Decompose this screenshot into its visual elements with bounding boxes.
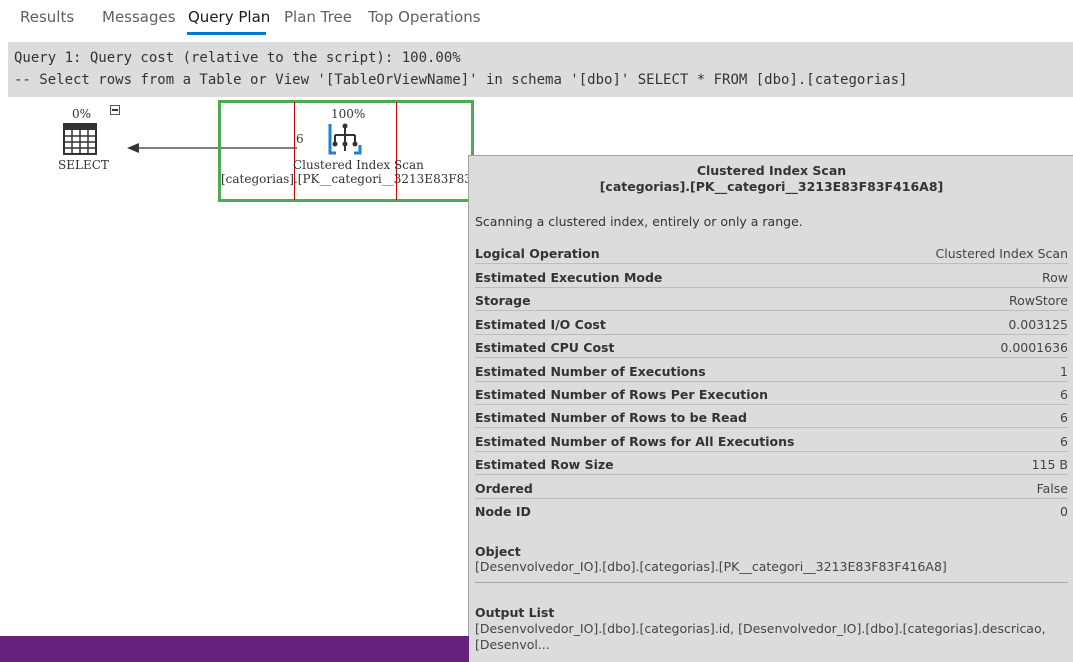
property-name: Estimated Number of Executions: [475, 364, 706, 379]
tab-messages[interactable]: Messages: [102, 8, 176, 26]
clustered-index-scan-icon[interactable]: [327, 121, 363, 155]
property-value: Row: [1042, 270, 1068, 285]
property-value: 1: [1060, 364, 1068, 379]
tooltip-subtitle: [categorias].[PK__categori__3213E83F83F4…: [599, 179, 944, 194]
tooltip-row: Estimated I/O Cost 0.003125: [475, 312, 1068, 335]
tooltip-row: Node ID 0: [475, 499, 1068, 522]
active-tab-indicator: [187, 32, 266, 35]
query-cost-text: Query 1: Query cost (relative to the scr…: [14, 50, 461, 66]
property-value: 6: [1060, 434, 1068, 449]
property-value: 0.003125: [1008, 317, 1068, 332]
property-name: Storage: [475, 293, 531, 308]
query-header: Query 1: Query cost (relative to the scr…: [8, 42, 1073, 97]
tooltip-row: Estimated Number of Rows Per Execution 6: [475, 382, 1068, 405]
tooltip-row: Estimated Row Size 115 B: [475, 452, 1068, 475]
property-value: 0.0001636: [1000, 340, 1068, 355]
property-name: Estimated Number of Rows Per Execution: [475, 387, 768, 402]
property-name: Logical Operation: [475, 246, 600, 261]
status-bar: [0, 636, 469, 662]
table-grid-icon[interactable]: [63, 123, 97, 155]
tooltip-row: Estimated Number of Executions 1: [475, 359, 1068, 382]
property-name: Ordered: [475, 481, 533, 496]
tooltip-title: Clustered Index Scan: [696, 163, 847, 178]
tab-query-plan[interactable]: Query Plan: [188, 8, 270, 26]
operator-tooltip: Clustered Index Scan [categorias].[PK__c…: [468, 155, 1073, 662]
tab-top-operations[interactable]: Top Operations: [368, 8, 481, 26]
property-name: Node ID: [475, 504, 531, 519]
object-label: Object: [475, 544, 521, 559]
property-name: Estimated I/O Cost: [475, 317, 606, 332]
tooltip-separator: [475, 582, 1068, 583]
tooltip-row: Estimated Number of Rows for All Executi…: [475, 429, 1068, 452]
tooltip-row: Estimated Execution Mode Row: [475, 265, 1068, 288]
object-value: [Desenvolvedor_IO].[dbo].[categorias].[P…: [475, 559, 947, 574]
property-name: Estimated CPU Cost: [475, 340, 615, 355]
collapse-toggle[interactable]: [110, 105, 120, 115]
select-label: SELECT: [58, 158, 109, 172]
query-sql-text: -- Select rows from a Table or View '[Ta…: [14, 72, 908, 88]
tooltip-row: Estimated Number of Rows to be Read 6: [475, 405, 1068, 428]
property-name: Estimated Number of Rows for All Executi…: [475, 434, 795, 449]
property-value: 0: [1060, 504, 1068, 519]
tooltip-row: Ordered False: [475, 476, 1068, 499]
output-list-value: [Desenvolvedor_IO].[dbo].[categorias].id…: [475, 621, 1046, 652]
scan-label: Clustered Index Scan: [293, 158, 424, 172]
select-cost: 0%: [72, 107, 92, 121]
property-name: Estimated Execution Mode: [475, 270, 663, 285]
property-value: 6: [1060, 410, 1068, 425]
property-name: Estimated Row Size: [475, 457, 614, 472]
result-tabs: Results Messages Query Plan Plan Tree To…: [0, 0, 1073, 40]
property-value: 115 B: [1031, 457, 1068, 472]
tab-plan-tree[interactable]: Plan Tree: [284, 8, 352, 26]
property-value: RowStore: [1008, 293, 1068, 308]
tab-results[interactable]: Results: [20, 8, 74, 26]
property-value: Clustered Index Scan: [935, 246, 1068, 261]
tooltip-row: Logical Operation Clustered Index Scan: [475, 241, 1068, 264]
tooltip-description: Scanning a clustered index, entirely or …: [475, 214, 803, 229]
property-value: False: [1036, 481, 1068, 496]
tooltip-row: Estimated CPU Cost 0.0001636: [475, 335, 1068, 358]
tooltip-row: Storage RowStore: [475, 288, 1068, 311]
scan-cost: 100%: [331, 107, 366, 121]
property-name: Estimated Number of Rows to be Read: [475, 410, 747, 425]
output-list-label: Output List: [475, 605, 555, 620]
property-value: 6: [1060, 387, 1068, 402]
